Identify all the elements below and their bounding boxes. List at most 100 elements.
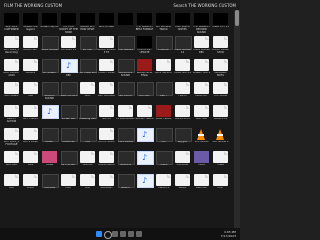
file-tile[interactable]: HI ENDSOUND [116, 104, 135, 127]
file-tile[interactable]: ROAD [21, 173, 40, 196]
file-tile[interactable]: CHECK GST UPDATE [135, 35, 154, 58]
file-tile[interactable]: CAPTIONED NOTES [173, 12, 192, 35]
file-tile[interactable]: GRAPH [116, 173, 135, 196]
taskbar[interactable]: 4:05 PM 7/17/2023 [0, 228, 240, 240]
file-tile[interactable]: LANE TRACK [154, 104, 173, 127]
file-tile[interactable]: BLOCK SONGS 3 FX [97, 35, 116, 58]
file-tile[interactable]: BOT RECORD [97, 81, 116, 104]
file-tile[interactable]: Film [154, 127, 173, 150]
file-tile[interactable]: TIMELINE [40, 173, 59, 196]
start-icon[interactable] [96, 231, 102, 237]
file-tile[interactable]: PIC LOCKED TRACK [154, 12, 173, 35]
file-tile[interactable]: ARCHIVE [192, 173, 211, 196]
file-tile[interactable]: MAIN CUT [192, 81, 211, 104]
taskbar-clock[interactable]: 4:05 PM 7/17/2023 [221, 230, 236, 238]
file-tile[interactable]: FINISH [173, 81, 192, 104]
file-tile[interactable]: ORIGINAL BOTS [211, 58, 230, 81]
file-tile[interactable]: PLAY [59, 173, 78, 196]
file-tile[interactable]: DIGITAL [78, 150, 97, 173]
file-tile[interactable]: ♪ ORIGINAL 28 [40, 104, 59, 127]
file-tile[interactable]: VLC MEDIA 2 [211, 127, 230, 150]
file-tile[interactable]: Screen Rec [59, 104, 78, 127]
file-tile[interactable]: LO FILE [78, 35, 97, 58]
file-tile[interactable]: ACT FINALS [21, 104, 40, 127]
file-tile[interactable]: AUDIO GOLD [97, 150, 116, 173]
file-tile[interactable] [116, 12, 135, 35]
file-tile[interactable]: GOLDEN [116, 150, 135, 173]
file-tile[interactable]: HOME HOMIE [97, 58, 116, 81]
taskbar-app-icon[interactable] [128, 231, 134, 237]
file-tile[interactable]: THE BIGGEST RECORD SOUND [192, 12, 211, 35]
file-tile[interactable]: ADD ON BOT 2020 [2, 58, 21, 81]
file-tile[interactable]: LAST [211, 173, 230, 196]
file-tile[interactable]: THE BIGGEST BEST FORMAT [135, 12, 154, 35]
file-tile[interactable]: AUD REC [2, 150, 21, 173]
file-tile[interactable]: PLANET BOTS [192, 58, 211, 81]
file-tile[interactable]: EBN [21, 150, 40, 173]
taskbar-app-icon[interactable] [120, 231, 126, 237]
file-tile[interactable]: ♪ NOISE FINAL REC [59, 58, 78, 81]
taskbar-app-icon[interactable] [112, 231, 118, 237]
file-tile[interactable]: AUDIO GET [21, 35, 40, 58]
file-tile[interactable]: FINAL SOUND 14 [173, 35, 192, 58]
file-tile[interactable]: ANDER KEV POW WHAT [78, 12, 97, 35]
file-tile[interactable]: TRK FINAL REC [78, 58, 97, 81]
search-icon[interactable] [104, 231, 112, 239]
file-tile[interactable]: FOG [78, 127, 97, 150]
file-tile[interactable]: BLK [2, 173, 21, 196]
file-tile[interactable]: COLLAGE [173, 150, 192, 173]
file-tile[interactable]: FINAL SOUND REC [192, 35, 211, 58]
file-tile[interactable]: BLK TAPE CAPTIONED [2, 12, 21, 35]
file-grid[interactable]: BLK TAPE CAPTIONED Nilkenz the legand Scre… [2, 12, 230, 196]
file-tile[interactable]: PACER BITS [173, 104, 192, 127]
file-tile[interactable]: Screen Play RE [40, 12, 59, 35]
file-tile[interactable]: PLANT CRIME STUD [211, 35, 230, 58]
file-tile[interactable]: CRIMES [21, 58, 40, 81]
file-tile[interactable]: PACE SPEECH [154, 58, 173, 81]
file-tile[interactable]: ♪ BIG [135, 150, 154, 173]
file-tile[interactable]: BRAND NEW FINAL [135, 58, 154, 81]
file-tile[interactable]: VLC MEDIA [192, 127, 211, 150]
file-tile[interactable]: HERO [192, 150, 211, 173]
file-tile[interactable]: SEEDED SOUND [40, 81, 59, 104]
file-tile[interactable]: TRAIN [40, 150, 59, 173]
file-tile[interactable]: DO SUBBIT [40, 58, 59, 81]
file-tile[interactable]: ADD [78, 81, 97, 104]
file-tile[interactable]: COMP NOTES [173, 58, 192, 81]
file-pane[interactable]: BLK TAPE CAPTIONED Nilkenz the legand Scre… [0, 10, 234, 228]
file-tile[interactable]: DIR [78, 173, 97, 196]
file-tile[interactable]: HOME SOUND [40, 35, 59, 58]
file-tile[interactable]: SUMMARY [97, 173, 116, 196]
file-tile[interactable]: Nilkenz the legand [21, 12, 40, 35]
taskbar-app-icon[interactable] [136, 231, 142, 237]
file-tile[interactable]: DRIFT [154, 81, 173, 104]
file-tile[interactable]: MOTHER [192, 104, 211, 127]
file-tile[interactable]: ADV LABEL [2, 81, 21, 104]
file-tile[interactable]: ♪ MUSIC [135, 173, 154, 196]
file-tile[interactable]: FINAL [211, 150, 230, 173]
scrollbar-thumb[interactable] [235, 10, 239, 26]
file-tile[interactable]: CO 2020 V1 [59, 35, 78, 58]
file-tile[interactable]: DIRECT ACTION [2, 104, 21, 127]
file-tile[interactable]: Breaking Bad [78, 104, 97, 127]
file-tile[interactable]: LIFE STORY [59, 150, 78, 173]
file-tile[interactable]: SOUND TRACK [135, 104, 154, 127]
file-tile[interactable]: CELL BEGIN [116, 127, 135, 150]
file-tile[interactable]: CHROME [154, 35, 173, 58]
file-tile[interactable]: MADE PIC REC [59, 81, 78, 104]
file-tile[interactable]: ♪ CASH [135, 127, 154, 150]
file-tile[interactable]: CREDITS [154, 173, 173, 196]
file-tile[interactable]: FOR SNDNG [116, 35, 135, 58]
file-tile[interactable]: BOT 2020_1 Recording [2, 35, 21, 58]
file-tile[interactable]: SPARE [173, 173, 192, 196]
file-tile[interactable]: FIRE [21, 81, 40, 104]
search-box[interactable]: Search THE WORKING CUSTOM [173, 3, 236, 8]
file-tile[interactable]: THREE [154, 150, 173, 173]
file-tile[interactable]: BARRY [40, 127, 59, 150]
file-tile[interactable]: THE DOOR [211, 81, 230, 104]
file-tile[interactable]: COMPOSE [59, 127, 78, 150]
vertical-scrollbar[interactable] [234, 10, 240, 228]
file-tile[interactable]: Bold Arrived [97, 12, 116, 35]
file-tile[interactable]: FINAL CUT V1 [211, 12, 230, 35]
file-tile[interactable]: BOT 2020_2 FOOTAGE [2, 127, 21, 150]
